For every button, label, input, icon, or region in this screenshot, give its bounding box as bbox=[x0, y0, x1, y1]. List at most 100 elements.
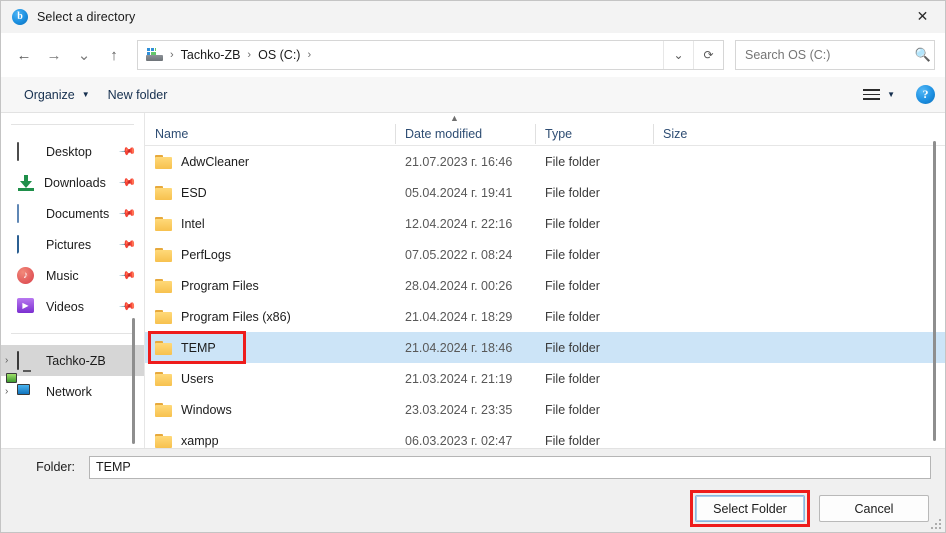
sidebar-scrollbar-thumb[interactable] bbox=[132, 318, 135, 444]
folder-icon bbox=[155, 371, 172, 386]
sidebar-item-videos[interactable]: ▶ Videos 📌 bbox=[1, 291, 144, 322]
cell-name: Users bbox=[145, 371, 395, 386]
pin-icon[interactable]: 📌 bbox=[119, 235, 138, 254]
navigation-bar: ← → ⌄ ↑ › Tachko-ZB › OS (C:) › ⌄ ⟳ 🔍 bbox=[1, 33, 945, 77]
dialog-buttons: Select Folder Cancel bbox=[1, 485, 945, 532]
table-row[interactable]: Program Files 28.04.2024 г. 00:26 File fol… bbox=[145, 270, 945, 301]
pin-icon[interactable]: 📌 bbox=[119, 142, 138, 161]
music-icon: ♪ bbox=[17, 267, 37, 284]
up-button[interactable]: ↑ bbox=[99, 40, 129, 70]
sort-ascending-icon: ▲ bbox=[450, 113, 459, 123]
file-name: PerfLogs bbox=[181, 247, 232, 262]
table-row[interactable]: PerfLogs 07.05.2022 г. 08:24 File folder bbox=[145, 239, 945, 270]
file-name: Users bbox=[181, 371, 214, 386]
pin-icon[interactable]: 📌 bbox=[119, 173, 138, 192]
column-header-size[interactable]: Size bbox=[653, 124, 733, 144]
table-row[interactable]: TEMP 21.04.2024 г. 18:46 File folder bbox=[145, 332, 945, 363]
cell-name: PerfLogs bbox=[145, 247, 395, 262]
cell-date-modified: 21.07.2023 г. 16:46 bbox=[405, 154, 513, 169]
organize-label: Organize bbox=[24, 87, 75, 102]
cell-type: File folder bbox=[545, 340, 600, 355]
title-bar: b Select a directory ✕ bbox=[1, 1, 945, 33]
column-header-type[interactable]: Type bbox=[535, 124, 653, 144]
sidebar-item-label: Downloads bbox=[44, 175, 106, 190]
search-input[interactable] bbox=[736, 48, 912, 62]
app-icon: b bbox=[12, 9, 28, 25]
navigation-pane: Desktop 📌 Downloads 📌 Documents 📌 Pictur… bbox=[1, 113, 144, 448]
sidebar-item-desktop[interactable]: Desktop 📌 bbox=[1, 136, 144, 167]
new-folder-label: New folder bbox=[107, 87, 168, 102]
folder-icon bbox=[155, 433, 172, 448]
cell-date-modified: 28.04.2024 г. 00:26 bbox=[405, 278, 513, 293]
recent-locations-button[interactable]: ⌄ bbox=[69, 40, 99, 70]
new-folder-button[interactable]: New folder bbox=[99, 83, 177, 107]
network-icon bbox=[17, 383, 37, 400]
chevron-down-icon[interactable]: ⌄ bbox=[663, 41, 693, 69]
forward-button[interactable]: → bbox=[39, 40, 69, 70]
pin-icon[interactable]: 📌 bbox=[119, 297, 138, 316]
cell-name: AdwCleaner bbox=[145, 154, 395, 169]
breadcrumb-item-drive[interactable]: OS (C:) bbox=[254, 46, 304, 64]
refresh-icon[interactable]: ⟳ bbox=[693, 41, 723, 69]
table-row[interactable]: ESD 05.04.2024 г. 19:41 File folder bbox=[145, 177, 945, 208]
desktop-icon bbox=[17, 142, 37, 161]
file-name: Program Files bbox=[181, 278, 259, 293]
breadcrumb-separator: › bbox=[307, 49, 312, 61]
view-options-button[interactable]: ▼ bbox=[854, 84, 904, 105]
list-view-icon bbox=[863, 89, 881, 100]
sidebar-item-downloads[interactable]: Downloads 📌 bbox=[1, 167, 144, 198]
file-name: xampp bbox=[181, 433, 219, 448]
chevron-right-icon[interactable]: › bbox=[3, 355, 17, 366]
breadcrumb-item-computer[interactable]: Tachko-ZB bbox=[177, 46, 245, 64]
search-box[interactable]: 🔍 bbox=[735, 40, 935, 70]
help-button[interactable]: ? bbox=[916, 85, 935, 104]
sidebar-divider-bottom bbox=[11, 333, 134, 334]
cell-date-modified: 07.05.2022 г. 08:24 bbox=[405, 247, 513, 262]
chevron-right-icon[interactable]: › bbox=[3, 386, 17, 397]
sidebar-item-music[interactable]: ♪ Music 📌 bbox=[1, 260, 144, 291]
folder-input[interactable] bbox=[89, 455, 931, 479]
pin-icon[interactable]: 📌 bbox=[119, 266, 138, 285]
table-row[interactable]: Program Files (x86) 21.04.2024 г. 18:29 Fi… bbox=[145, 301, 945, 332]
table-row[interactable]: Intel 12.04.2024 г. 22:16 File folder bbox=[145, 208, 945, 239]
column-header-name[interactable]: Name bbox=[145, 127, 395, 141]
cell-name: Program Files bbox=[145, 278, 395, 293]
sidebar-item-documents[interactable]: Documents 📌 bbox=[1, 198, 144, 229]
breadcrumb-separator: › bbox=[247, 49, 252, 61]
table-row[interactable]: Users 21.03.2024 г. 21:19 File folder bbox=[145, 363, 945, 394]
dialog-footer: Folder: Select Folder Cancel bbox=[1, 448, 945, 532]
sidebar-item-pictures[interactable]: Pictures 📌 bbox=[1, 229, 144, 260]
file-name: TEMP bbox=[181, 340, 216, 355]
folder-icon bbox=[155, 402, 172, 417]
cell-type: File folder bbox=[545, 216, 600, 231]
back-button[interactable]: ← bbox=[9, 40, 39, 70]
table-row[interactable]: Windows 23.03.2024 г. 23:35 File folder bbox=[145, 394, 945, 425]
file-list-scrollbar-thumb[interactable] bbox=[933, 141, 936, 441]
file-rows: AdwCleaner 21.07.2023 г. 16:46 File folder… bbox=[145, 146, 945, 448]
folder-icon bbox=[155, 340, 172, 355]
address-bar[interactable]: › Tachko-ZB › OS (C:) › ⌄ ⟳ bbox=[137, 40, 724, 70]
download-icon bbox=[17, 174, 35, 191]
video-icon: ▶ bbox=[17, 298, 37, 315]
pin-icon[interactable]: 📌 bbox=[119, 204, 138, 223]
cell-type: File folder bbox=[545, 154, 600, 169]
select-folder-button[interactable]: Select Folder bbox=[695, 495, 805, 522]
cell-date-modified: 06.03.2023 г. 02:47 bbox=[405, 433, 513, 448]
file-name: Program Files (x86) bbox=[181, 309, 291, 324]
cell-date-modified: 05.04.2024 г. 19:41 bbox=[405, 185, 513, 200]
sidebar-item-network[interactable]: › Network bbox=[1, 376, 144, 407]
close-icon[interactable]: ✕ bbox=[900, 1, 945, 32]
file-name: ESD bbox=[181, 185, 207, 200]
cell-name: xampp bbox=[145, 433, 395, 448]
table-row[interactable]: AdwCleaner 21.07.2023 г. 16:46 File folder bbox=[145, 146, 945, 177]
chevron-down-icon: ▼ bbox=[81, 90, 90, 99]
sidebar-item-tachko-zb[interactable]: › Tachko-ZB bbox=[1, 345, 144, 376]
table-row[interactable]: xampp 06.03.2023 г. 02:47 File folder bbox=[145, 425, 945, 448]
cancel-button[interactable]: Cancel bbox=[819, 495, 929, 522]
chevron-down-icon: ▼ bbox=[887, 90, 895, 99]
resize-grip[interactable] bbox=[930, 518, 941, 529]
folder-icon bbox=[155, 154, 172, 169]
organize-button[interactable]: Organize ▼ bbox=[15, 83, 99, 107]
column-header-date-modified[interactable]: Date modified bbox=[395, 124, 535, 144]
cell-date-modified: 21.04.2024 г. 18:29 bbox=[405, 309, 513, 324]
